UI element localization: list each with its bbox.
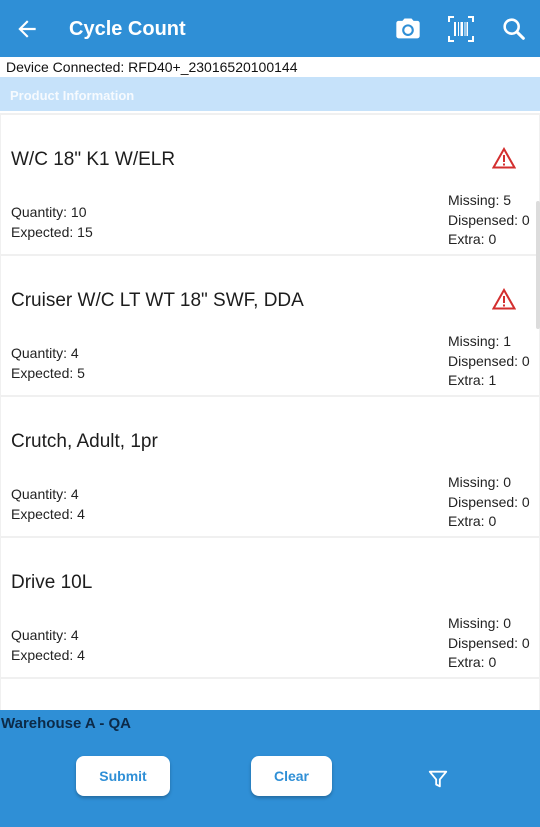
warning-icon xyxy=(492,288,516,310)
quantity-value: Quantity: 4 xyxy=(11,345,79,361)
quantity-block: Quantity: 4 Expected: 4 xyxy=(11,626,85,665)
barcode-scan-icon[interactable] xyxy=(447,15,475,43)
quantity-value: Quantity: 4 xyxy=(11,627,79,643)
clear-button[interactable]: Clear xyxy=(251,756,332,796)
app-bar: Cycle Count xyxy=(0,0,540,57)
missing-value: Missing: 1 xyxy=(448,333,512,349)
dispensed-value: Dispensed: 0 xyxy=(448,352,530,369)
search-icon[interactable] xyxy=(500,15,528,43)
list-item[interactable] xyxy=(1,679,539,710)
missing-value: Missing: 0 xyxy=(448,615,512,631)
product-name: Drive 10L xyxy=(11,572,93,593)
product-list[interactable]: W/C 18" K1 W/ELR Quantity: 10 Expected: … xyxy=(0,113,540,710)
count-stats: Missing: 0 Dispensed: 0 Extra: 0 xyxy=(448,614,530,673)
scrollbar-thumb[interactable] xyxy=(536,201,540,329)
list-item[interactable]: Cruiser W/C LT WT 18" SWF, DDA Quantity:… xyxy=(1,256,539,395)
quantity-block: Quantity: 4 Expected: 5 xyxy=(11,344,85,383)
extra-value: Extra: 0 xyxy=(448,654,497,670)
extra-value: Extra: 1 xyxy=(448,372,497,388)
footer-bar: Warehouse A - QA Submit Clear xyxy=(0,710,540,827)
device-status: Device Connected: RFD40+_23016520100144 xyxy=(6,59,298,75)
count-stats: Missing: 1 Dispensed: 0 Extra: 1 xyxy=(448,332,530,391)
camera-icon[interactable] xyxy=(394,15,422,43)
expected-value: Expected: 15 xyxy=(11,223,93,240)
section-header: Product Information xyxy=(0,77,540,111)
quantity-value: Quantity: 10 xyxy=(11,204,87,220)
missing-value: Missing: 5 xyxy=(448,192,512,208)
expected-value: Expected: 4 xyxy=(11,505,85,522)
list-item[interactable]: Drive 10L Quantity: 4 Expected: 4 Missin… xyxy=(1,538,539,677)
expected-value: Expected: 4 xyxy=(11,646,85,663)
list-item[interactable]: Crutch, Adult, 1pr Quantity: 4 Expected:… xyxy=(1,397,539,536)
dispensed-value: Dispensed: 0 xyxy=(448,211,530,228)
product-name: Crutch, Adult, 1pr xyxy=(11,431,158,452)
quantity-block: Quantity: 4 Expected: 4 xyxy=(11,485,85,524)
count-stats: Missing: 5 Dispensed: 0 Extra: 0 xyxy=(448,191,530,250)
quantity-value: Quantity: 4 xyxy=(11,486,79,502)
list-item[interactable]: W/C 18" K1 W/ELR Quantity: 10 Expected: … xyxy=(1,115,539,254)
back-arrow-icon[interactable] xyxy=(14,16,40,42)
dispensed-value: Dispensed: 0 xyxy=(448,493,530,510)
quantity-block: Quantity: 10 Expected: 15 xyxy=(11,203,93,242)
dispensed-value: Dispensed: 0 xyxy=(448,634,530,651)
warning-icon xyxy=(492,147,516,169)
page-title: Cycle Count xyxy=(69,18,186,40)
submit-button[interactable]: Submit xyxy=(76,756,170,796)
count-stats: Missing: 0 Dispensed: 0 Extra: 0 xyxy=(448,473,530,532)
filter-icon[interactable] xyxy=(427,768,449,790)
product-name: W/C 18" K1 W/ELR xyxy=(11,149,176,170)
section-header-label: Product Information xyxy=(10,88,135,103)
extra-value: Extra: 0 xyxy=(448,513,497,529)
warehouse-label: Warehouse A - QA xyxy=(1,715,132,732)
product-name: Cruiser W/C LT WT 18" SWF, DDA xyxy=(11,290,304,311)
expected-value: Expected: 5 xyxy=(11,364,85,381)
missing-value: Missing: 0 xyxy=(448,474,512,490)
extra-value: Extra: 0 xyxy=(448,231,497,247)
